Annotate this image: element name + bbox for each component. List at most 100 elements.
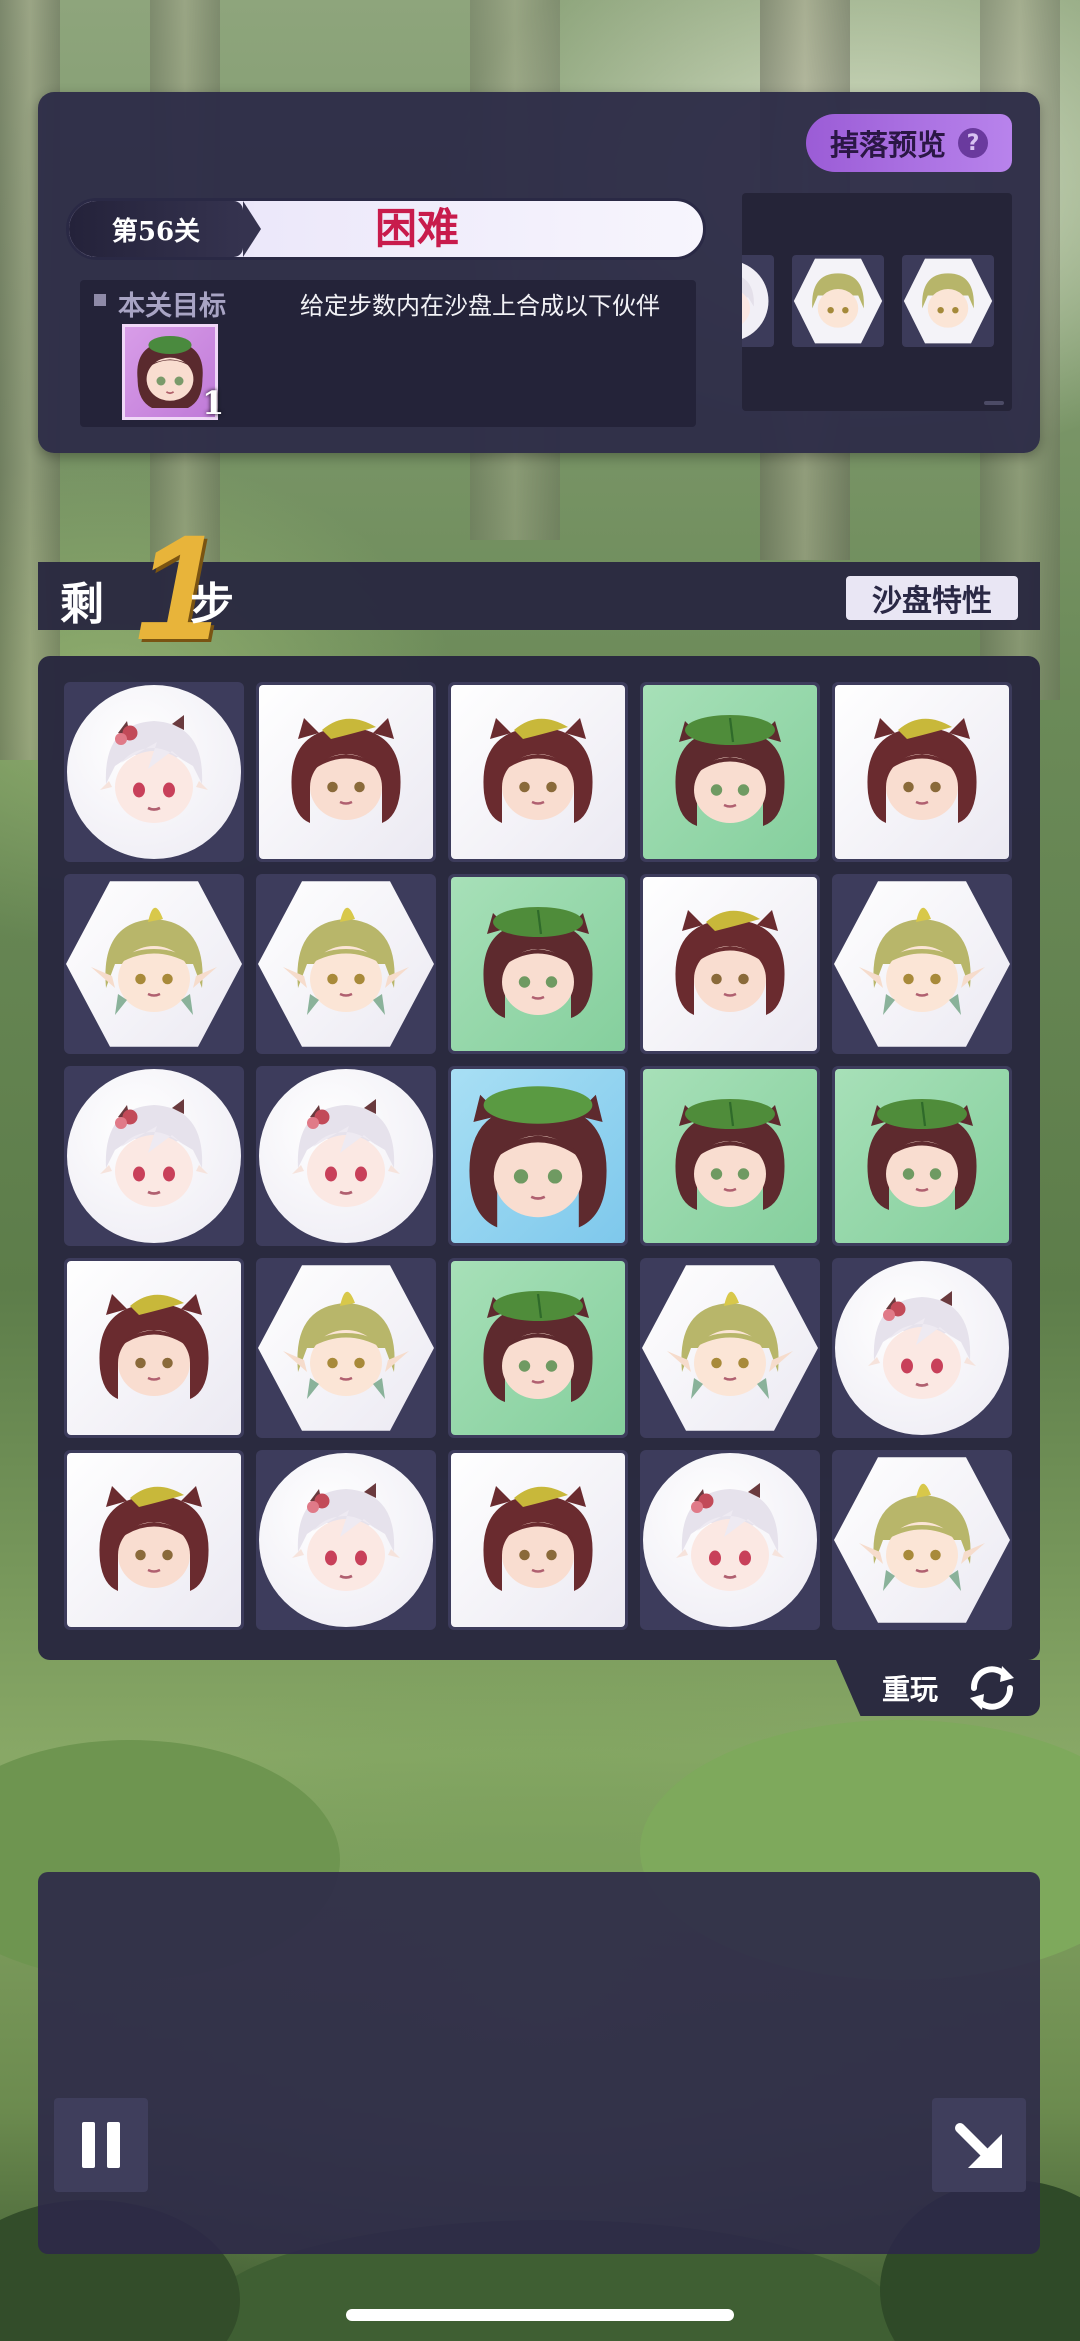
tile-background: [643, 1069, 817, 1243]
board-tile[interactable]: [256, 682, 436, 862]
leaf-hat-boy-icon: [483, 1291, 593, 1402]
board-tile[interactable]: [256, 1258, 436, 1438]
tile-background: [642, 1265, 818, 1431]
steps-bar: 剩 1 步 沙盘特性: [38, 512, 1040, 662]
pause-icon: [107, 2122, 120, 2168]
board-tile[interactable]: [832, 874, 1012, 1054]
board-tile[interactable]: [832, 1450, 1012, 1630]
board-tile[interactable]: [640, 874, 820, 1054]
board-tile[interactable]: [832, 1258, 1012, 1438]
tile-background: [259, 685, 433, 859]
tile-background: [834, 881, 1010, 1047]
board-tile[interactable]: [448, 1258, 628, 1438]
blonde-elf-icon: [859, 907, 985, 1015]
tile-background: [67, 685, 241, 859]
drop-preview-label: 掉落预览: [829, 128, 946, 162]
tile-background: [67, 1261, 241, 1435]
board-tile[interactable]: [64, 1450, 244, 1630]
yellow-tuft-boy-icon: [675, 910, 785, 1015]
board-tile[interactable]: [448, 682, 628, 862]
white-hair-girl-icon: [676, 1483, 784, 1591]
yellow-tuft-boy-icon: [483, 1486, 593, 1591]
refresh-icon: [970, 1666, 1014, 1710]
board-tile[interactable]: [640, 1258, 820, 1438]
goal-target-count: 1: [202, 384, 225, 422]
level-bar: 第56关 困难: [66, 198, 706, 260]
tile-background: [258, 1265, 434, 1431]
leaf-hat-boy-big-icon: [469, 1086, 607, 1228]
board-tile[interactable]: [256, 874, 436, 1054]
bottom-panel: [38, 1872, 1040, 2254]
tile-background: [835, 1261, 1009, 1435]
scrollbar[interactable]: [984, 401, 1004, 405]
tile-background: [67, 1453, 241, 1627]
tile-background: [643, 1453, 817, 1627]
board-tile[interactable]: [640, 682, 820, 862]
drop-item: [902, 255, 994, 347]
board-tile[interactable]: [64, 682, 244, 862]
board-tile[interactable]: [640, 1450, 820, 1630]
tile-background: [451, 1069, 625, 1243]
game-board: [38, 656, 1040, 1660]
white-hair-girl-icon: [100, 715, 208, 823]
board-tile[interactable]: [448, 874, 628, 1054]
white-hair-girl-icon: [292, 1099, 400, 1207]
tile-background: [643, 877, 817, 1051]
leaf-hat-boy-icon: [867, 1099, 977, 1210]
goal-title: 本关目标: [118, 291, 226, 322]
blonde-elf-icon: [283, 907, 409, 1015]
blonde-elf-icon: [903, 258, 993, 344]
white-hair-girl-icon: [292, 1483, 400, 1591]
board-tile[interactable]: [640, 1066, 820, 1246]
tile-background: [451, 685, 625, 859]
blonde-elf-icon: [283, 1291, 409, 1399]
steps-suffix: 步: [190, 579, 234, 630]
board-tile[interactable]: [448, 1066, 628, 1246]
tile-background: [67, 1069, 241, 1243]
drop-item: [792, 255, 884, 347]
blonde-elf-icon: [793, 258, 883, 344]
yellow-tuft-boy-icon: [867, 718, 977, 823]
expand-button[interactable]: [932, 2098, 1026, 2192]
bullet-icon: [94, 294, 106, 306]
blonde-elf-icon: [859, 1483, 985, 1591]
white-hair-girl-icon: [100, 1099, 208, 1207]
board-tile[interactable]: [448, 1450, 628, 1630]
blonde-elf-icon: [91, 907, 217, 1015]
tile-background: [259, 1069, 433, 1243]
yellow-tuft-boy-icon: [99, 1294, 209, 1399]
board-tile[interactable]: [64, 1066, 244, 1246]
tile-background: [834, 1457, 1010, 1623]
leaf-hat-boy-icon: [483, 907, 593, 1018]
tile-background: [451, 877, 625, 1051]
board-tile[interactable]: [256, 1450, 436, 1630]
tile-background: [835, 1069, 1009, 1243]
leaf-hat-boy-icon: [675, 1099, 785, 1210]
drop-preview-button[interactable]: 掉落预览 ?: [806, 114, 1012, 172]
tile-background: [451, 1453, 625, 1627]
help-icon[interactable]: ?: [958, 128, 988, 158]
difficulty-label: 困难: [375, 204, 460, 253]
board-tile[interactable]: [64, 874, 244, 1054]
tile-background: [66, 881, 242, 1047]
tile-background: [451, 1261, 625, 1435]
yellow-tuft-boy-icon: [99, 1486, 209, 1591]
tile-background: [835, 685, 1009, 859]
replay-button[interactable]: 重玩: [836, 1660, 1040, 1716]
leaf-hat-boy-icon: [675, 715, 785, 826]
steps-prefix: 剩: [60, 579, 104, 630]
yellow-tuft-boy-icon: [291, 718, 401, 823]
goal-description: 给定步数内在沙盘上合成以下伙伴: [300, 292, 660, 320]
board-trait-button[interactable]: 沙盘特性: [846, 576, 1018, 620]
white-hair-girl-icon: [742, 263, 769, 339]
tile-background: [259, 1453, 433, 1627]
home-indicator[interactable]: [346, 2309, 734, 2321]
drop-preview-panel[interactable]: [742, 193, 1012, 411]
pause-button[interactable]: [54, 2098, 148, 2192]
board-tile[interactable]: [64, 1258, 244, 1438]
blonde-elf-icon: [667, 1291, 793, 1399]
board-tile[interactable]: [832, 1066, 1012, 1246]
board-tile[interactable]: [832, 682, 1012, 862]
tile-background: [258, 881, 434, 1047]
board-tile[interactable]: [256, 1066, 436, 1246]
